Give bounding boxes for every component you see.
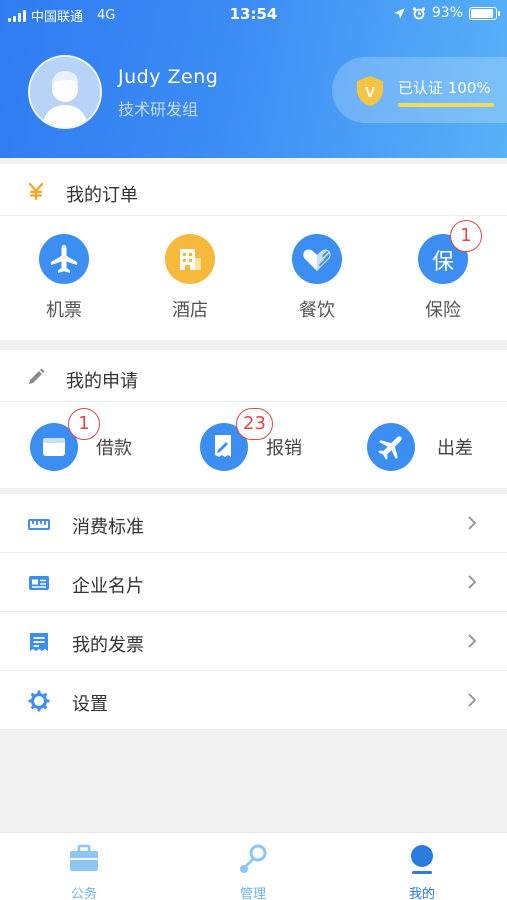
status-bar: 中国联通 4G 13:54 93% (0, 0, 507, 28)
menu-settings[interactable]: 设置 (0, 671, 507, 730)
profile-header: 中国联通 4G 13:54 93% Judy Zeng 技术研发组 V 已认证 … (0, 0, 507, 158)
ruler-icon (28, 519, 50, 530)
user-department: 技术研发组 (118, 100, 199, 119)
tab-mine[interactable]: 我的 (362, 833, 482, 900)
tab-business[interactable]: 公务 (24, 833, 144, 900)
menu-my-invoices-label: 我的发票 (72, 635, 144, 656)
cert-progress-bar (398, 103, 494, 107)
order-insurance-label: 保险 (425, 300, 461, 321)
user-avatar-icon (30, 57, 100, 127)
chevron-right-icon (468, 516, 477, 530)
certification-status[interactable]: V 已认证 100% (332, 57, 507, 123)
tab-management[interactable]: 管理 (193, 833, 313, 900)
notification-badge: 1 (68, 408, 100, 440)
alarm-icon (412, 7, 425, 20)
menu-business-card-label: 企业名片 (72, 576, 144, 597)
menu-spending-standard-label: 消费标准 (72, 517, 144, 538)
applications-header: 我的申请 (0, 350, 507, 402)
tab-mine-label: 我的 (408, 887, 435, 900)
briefcase-icon (70, 844, 98, 871)
airplane-icon (367, 423, 415, 471)
order-hotel-label: 酒店 (172, 300, 208, 321)
chevron-right-icon (468, 634, 477, 648)
order-dining[interactable]: 餐饮 (272, 234, 362, 322)
menu-business-card[interactable]: 企业名片 (0, 553, 507, 612)
shield-icon: V (357, 76, 383, 106)
gear-icon (28, 690, 50, 712)
tab-business-label: 公务 (70, 887, 97, 900)
apply-business-trip[interactable]: 出差 (367, 422, 473, 472)
order-hotel[interactable]: 酒店 (145, 234, 235, 322)
menu-spending-standard[interactable]: 消费标准 (0, 494, 507, 553)
cert-label: 已认证 100% (398, 79, 491, 97)
orders-header: 我的订单 (0, 164, 507, 216)
menu-my-invoices[interactable]: 我的发票 (0, 612, 507, 671)
battery-percent: 93% (431, 5, 463, 21)
apply-loan[interactable]: 借款 1 (30, 408, 132, 472)
apply-loan-label: 借款 (96, 438, 132, 459)
applications-section: 我的申请 借款 1 报销 23 出差 (0, 350, 507, 488)
cert-badge-letter: V (365, 84, 375, 101)
hotel-icon (165, 234, 215, 284)
invoice-icon (30, 633, 48, 651)
notification-badge: 1 (450, 220, 482, 252)
user-name: Judy Zeng (118, 66, 219, 88)
order-dining-label: 餐饮 (299, 300, 335, 321)
tab-bar: 公务 管理 我的 (0, 832, 507, 900)
orders-section: 我的订单 机票 酒店 餐饮 保 保险 1 (0, 164, 507, 340)
menu-settings-label: 设置 (72, 694, 108, 715)
pencil-icon (29, 368, 45, 384)
management-icon (240, 844, 267, 873)
location-arrow-icon (393, 7, 405, 19)
chevron-right-icon (468, 575, 477, 589)
airplane-icon (39, 234, 89, 284)
yen-icon (28, 182, 44, 201)
applications-title: 我的申请 (66, 371, 138, 392)
avatar[interactable] (28, 55, 102, 129)
order-insurance[interactable]: 保 保险 1 (398, 220, 488, 322)
order-flight-label: 机票 (46, 300, 82, 321)
battery-icon (469, 6, 500, 20)
apply-business-trip-label: 出差 (437, 438, 473, 459)
business-card-icon (29, 576, 49, 590)
chevron-right-icon (468, 693, 477, 707)
apply-reimburse[interactable]: 报销 23 (200, 408, 302, 472)
tab-management-label: 管理 (239, 887, 266, 900)
apply-reimburse-label: 报销 (266, 438, 302, 459)
notification-badge: 23 (236, 408, 273, 440)
dining-icon (292, 234, 342, 284)
order-flight[interactable]: 机票 (19, 234, 109, 322)
orders-title: 我的订单 (66, 185, 138, 206)
person-icon (411, 845, 433, 874)
